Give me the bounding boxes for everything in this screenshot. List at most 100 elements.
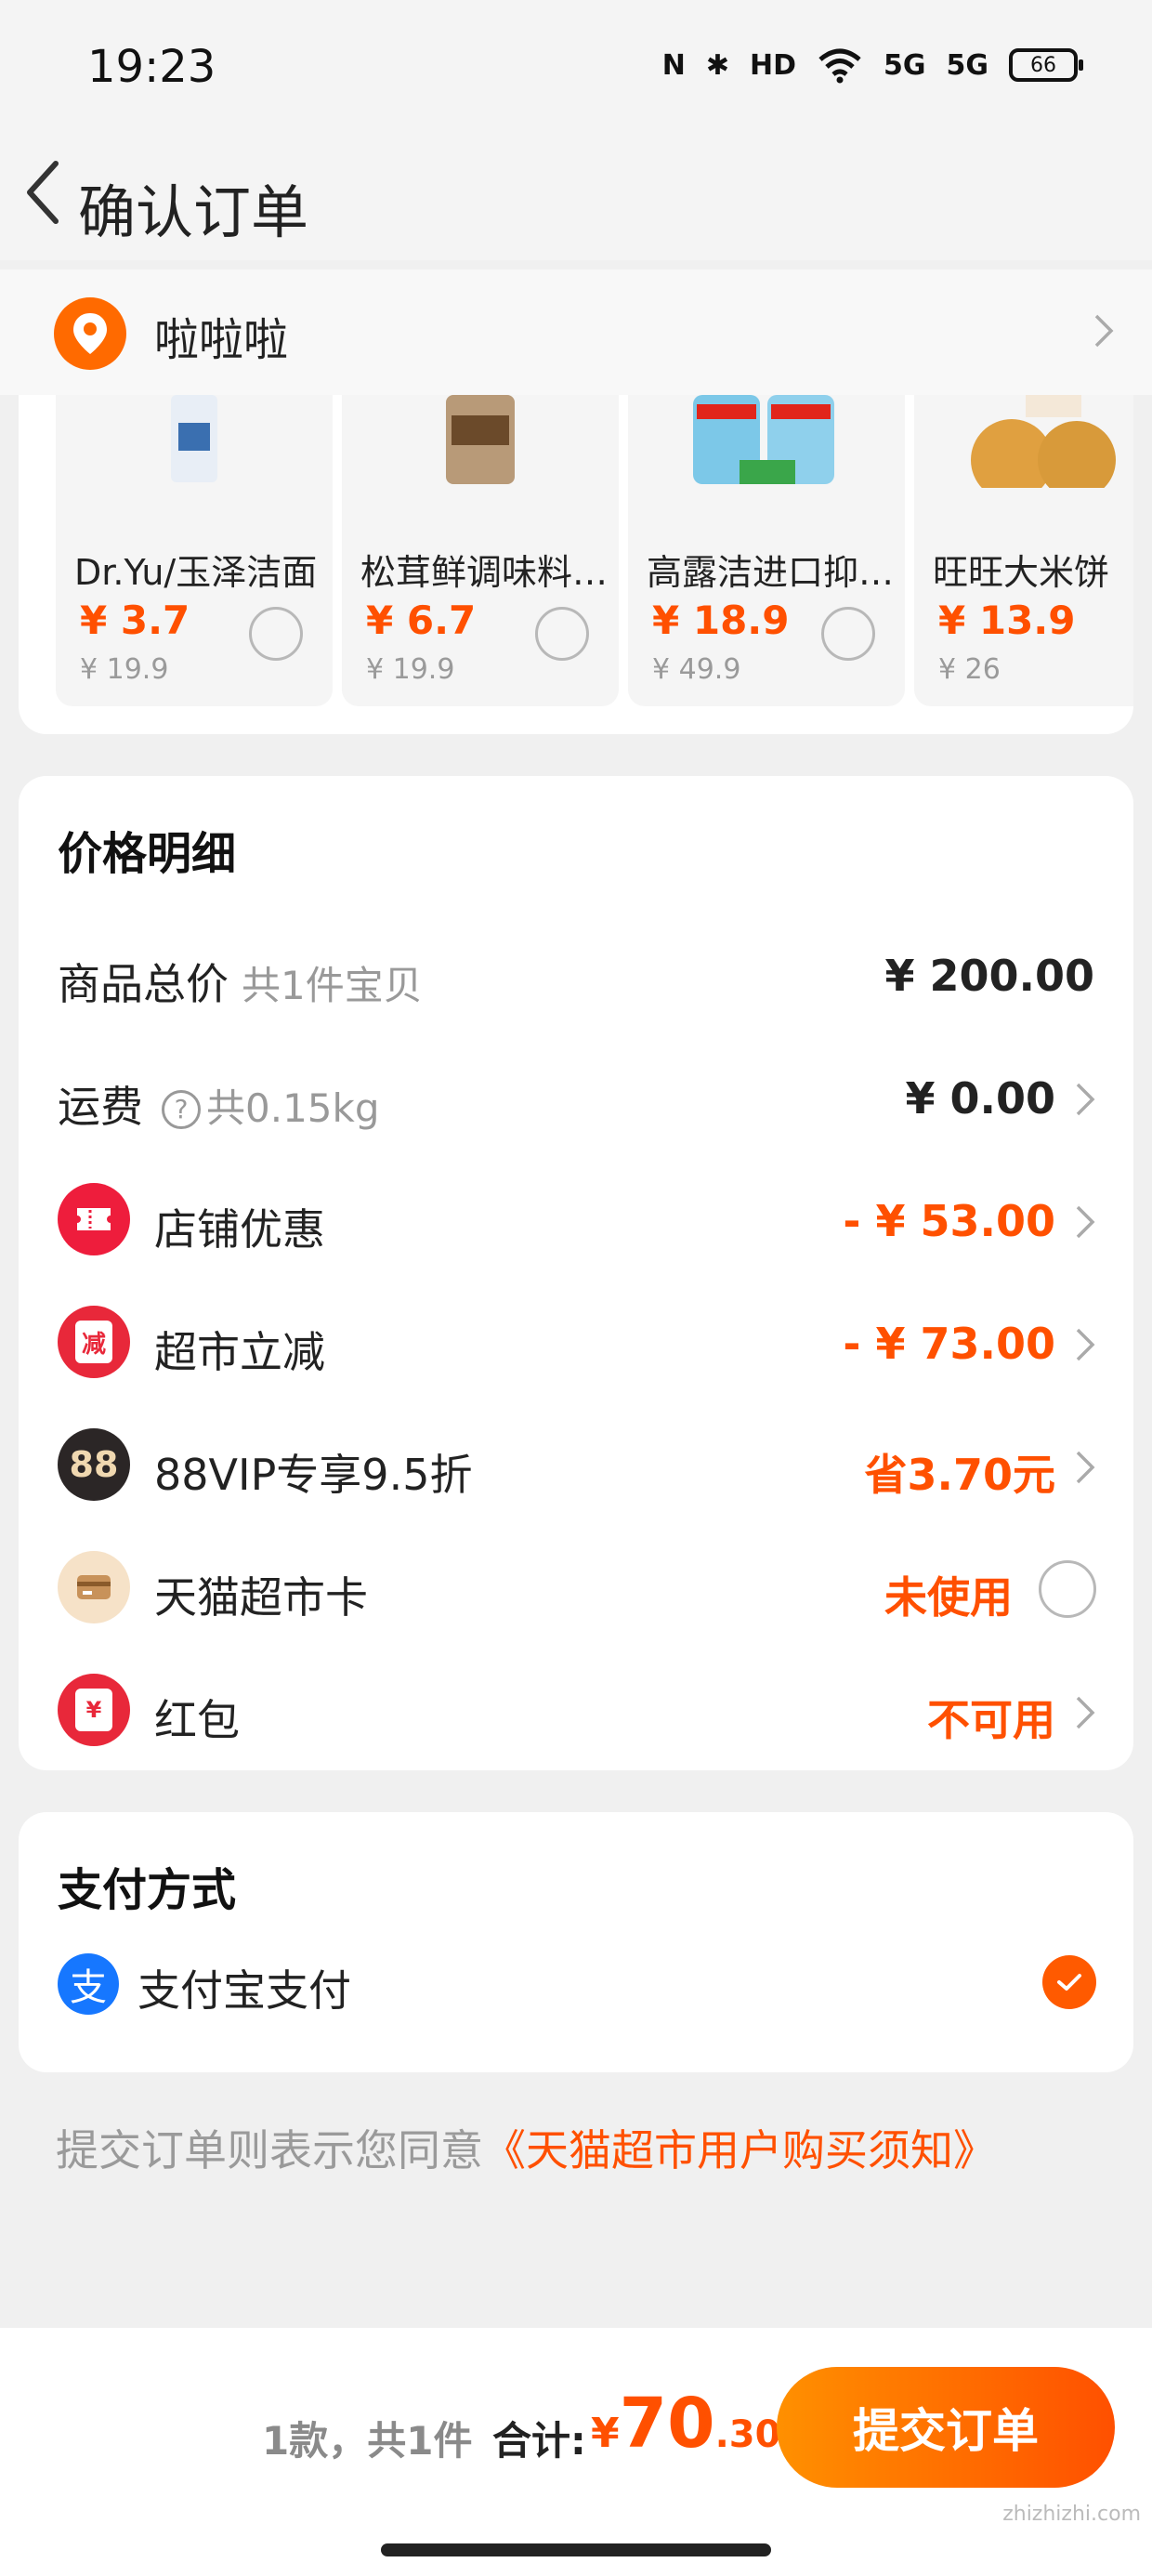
agreement-link[interactable]: 《天猫超市用户购买须知》 — [483, 2125, 996, 2175]
goods-total-label-text: 商品总价 — [58, 959, 229, 1009]
goods-name: 旺旺大米饼 — [933, 552, 1110, 593]
goods-price: ¥ 3.7 — [80, 598, 190, 643]
alipay-icon: 支 — [58, 1953, 119, 2015]
chevron-right-icon — [1076, 1328, 1095, 1361]
shipping-label: 运费? 共0.15kg — [58, 1073, 380, 1135]
shipping-label-text: 运费 — [58, 1082, 143, 1132]
coupon-icon — [58, 1183, 130, 1255]
goods-name: 松茸鲜调味料… — [360, 552, 609, 593]
red-packet-row[interactable]: ¥ 红包 不可用 — [19, 1661, 1133, 1763]
checkmark-icon[interactable] — [1042, 1955, 1096, 2009]
shop-discount-label: 店铺优惠 — [154, 1204, 325, 1255]
chevron-right-icon — [1094, 314, 1114, 348]
goods-item[interactable]: Dr.Yu/玉泽洁面 ¥ 3.7 ¥ 19.9 — [56, 395, 333, 706]
goods-original-price: ¥ 19.9 — [80, 653, 169, 686]
total-decimal: .30 — [714, 2413, 781, 2456]
signal-5g-icon: 5G — [884, 48, 926, 82]
shipping-value: ¥ 0.00 — [905, 1073, 1055, 1124]
total-price: ¥70.30 — [591, 2384, 780, 2464]
battery-level: 66 — [1030, 53, 1056, 77]
market-card-label: 天猫超市卡 — [154, 1572, 368, 1623]
market-card-row[interactable]: 天猫超市卡 未使用 — [19, 1538, 1133, 1640]
market-card-radio[interactable] — [1039, 1560, 1096, 1618]
chevron-right-icon — [1076, 1451, 1095, 1484]
item-count: 1款，共1件 — [262, 2418, 473, 2464]
goods-card: Dr.Yu/玉泽洁面 ¥ 3.7 ¥ 19.9 松茸鲜调味料… ¥ 6.7 ¥ … — [19, 395, 1133, 734]
goods-select-radio[interactable] — [249, 607, 303, 661]
chevron-right-icon — [1076, 1205, 1095, 1239]
status-bar: 19:23 N ✱ HD 5G 5G 66 — [0, 0, 1152, 130]
submit-order-button[interactable]: 提交订单 — [777, 2367, 1115, 2488]
home-indicator[interactable] — [381, 2543, 771, 2556]
address-bar[interactable]: 啦啦啦 — [0, 269, 1152, 395]
chevron-right-icon — [1076, 1696, 1095, 1729]
status-icons: N ✱ HD 5G 5G 66 — [661, 46, 1083, 84]
product-image — [914, 395, 1133, 488]
shipping-row[interactable]: 运费? 共0.15kg ¥ 0.00 — [19, 1047, 1133, 1150]
watermark: zhizhizhi.com — [1002, 2503, 1141, 2526]
market-card-value: 未使用 — [884, 1572, 1013, 1623]
market-discount-value: - ¥ 73.00 — [843, 1319, 1055, 1369]
product-image — [56, 395, 333, 488]
vip-label: 88VIP专享9.5折 — [154, 1450, 473, 1500]
status-time: 19:23 — [87, 41, 216, 93]
shipping-weight: 共0.15kg — [206, 1085, 380, 1131]
location-pin-icon — [54, 297, 126, 370]
nfc-icon: N — [661, 48, 686, 82]
goods-total-label: 商品总价 共1件宝贝 — [58, 951, 423, 1012]
price-detail-title: 价格明细 — [58, 828, 237, 880]
alipay-label[interactable]: 支付宝支付 — [137, 1957, 351, 2018]
goods-select-radio[interactable] — [535, 607, 589, 661]
signal-5g-icon-2: 5G — [946, 48, 989, 82]
total-currency: ¥ — [591, 2410, 620, 2457]
agreement-text: 提交订单则表示您同意《天猫超市用户购买须知》 — [56, 2117, 996, 2178]
red-packet-label: 红包 — [154, 1695, 240, 1745]
goods-total-value: ¥ 200.00 — [884, 951, 1094, 1001]
chevron-right-icon — [1076, 1083, 1095, 1116]
goods-original-price: ¥ 49.9 — [652, 653, 741, 686]
goods-select-radio[interactable] — [821, 607, 875, 661]
shop-discount-row[interactable]: 店铺优惠 - ¥ 53.00 — [19, 1170, 1133, 1272]
goods-total-row: 商品总价 共1件宝贝 ¥ 200.00 — [19, 925, 1133, 1027]
goods-item[interactable]: 旺旺大米饼 ¥ 13.9 ¥ 26 — [914, 395, 1133, 706]
card-icon — [58, 1551, 130, 1623]
reduce-icon-text: 减 — [75, 1321, 112, 1363]
vip-value: 省3.70元 — [864, 1450, 1056, 1500]
hd-icon: HD — [749, 48, 796, 82]
battery-icon: 66 — [1009, 48, 1083, 82]
goods-name: 高露洁进口抑… — [647, 552, 895, 593]
wifi-icon — [818, 48, 861, 84]
bluetooth-icon: ✱ — [705, 48, 729, 82]
vip-88-icon: 88 — [58, 1428, 130, 1501]
product-image — [628, 395, 905, 488]
red-packet-value: 不可用 — [927, 1695, 1055, 1745]
goods-item[interactable]: 松茸鲜调味料… ¥ 6.7 ¥ 19.9 — [342, 395, 619, 706]
goods-original-price: ¥ 26 — [938, 653, 1001, 686]
goods-row[interactable]: Dr.Yu/玉泽洁面 ¥ 3.7 ¥ 19.9 松茸鲜调味料… ¥ 6.7 ¥ … — [56, 395, 1133, 706]
red-packet-icon: ¥ — [58, 1674, 130, 1746]
goods-price: ¥ 18.9 — [652, 598, 790, 643]
back-arrow-icon[interactable] — [17, 151, 72, 234]
price-detail-card: 价格明细 商品总价 共1件宝贝 ¥ 200.00 运费? 共0.15kg ¥ 0.0… — [19, 776, 1133, 1770]
shop-discount-value: - ¥ 53.00 — [843, 1196, 1055, 1246]
goods-price: ¥ 13.9 — [938, 598, 1076, 643]
goods-name: Dr.Yu/玉泽洁面 — [74, 552, 318, 593]
reduce-icon: 减 — [58, 1306, 130, 1378]
product-image — [342, 395, 619, 488]
help-icon[interactable]: ? — [162, 1090, 201, 1129]
address-text: 啦啦啦 — [154, 314, 289, 366]
goods-price: ¥ 6.7 — [366, 598, 477, 643]
page-title: 确认订单 — [78, 178, 309, 246]
goods-item[interactable]: 高露洁进口抑… ¥ 18.9 ¥ 49.9 — [628, 395, 905, 706]
nav-bar: 确认订单 — [0, 130, 1152, 260]
red-packet-icon-text: ¥ — [75, 1689, 112, 1731]
payment-card: 支付方式 支 支付宝支付 — [19, 1812, 1133, 2072]
market-discount-row[interactable]: 减 超市立减 - ¥ 73.00 — [19, 1293, 1133, 1395]
checkout-footer: 1款，共1件 合计: ¥70.30 提交订单 zhizhizhi.com — [0, 2328, 1152, 2576]
total-label: 合计: — [492, 2418, 586, 2464]
goods-original-price: ¥ 19.9 — [366, 653, 455, 686]
market-discount-label: 超市立减 — [154, 1327, 325, 1377]
agreement-prefix: 提交订单则表示您同意 — [56, 2125, 483, 2175]
goods-total-count: 共1件宝贝 — [242, 963, 423, 1008]
vip-row[interactable]: 88 88VIP专享9.5折 省3.70元 — [19, 1415, 1133, 1518]
